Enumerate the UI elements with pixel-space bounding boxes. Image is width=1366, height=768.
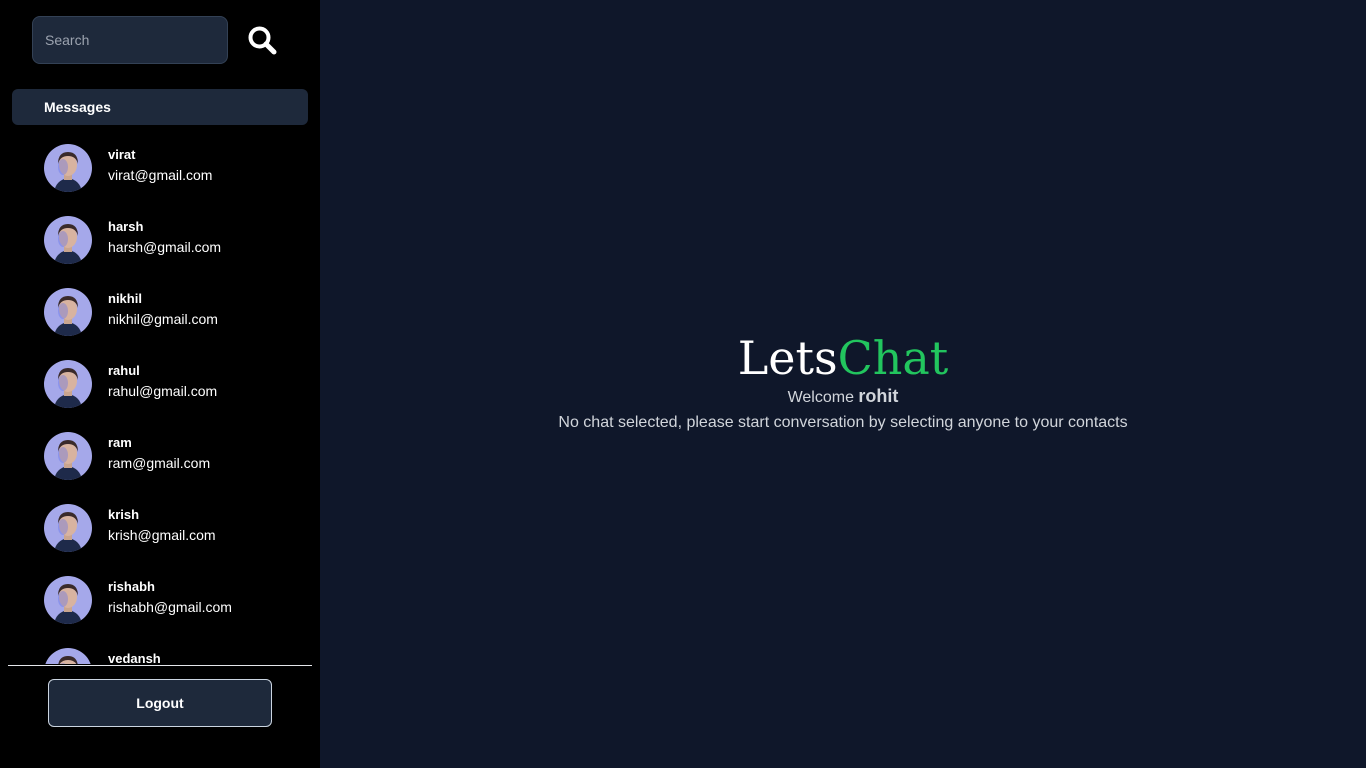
empty-state-message: No chat selected, please start conversat… xyxy=(558,414,1128,431)
contact-name: ram xyxy=(108,435,132,450)
main-panel: LetsChat Welcome rohit No chat selected,… xyxy=(320,0,1366,768)
contact-item-rishabh[interactable]: rishabh rishabh@gmail.com xyxy=(0,564,320,636)
contact-email: virat@gmail.com xyxy=(108,167,213,183)
contact-list[interactable]: virat virat@gmail.com harsh harsh@gmail.… xyxy=(0,132,320,664)
welcome-block: LetsChat Welcome rohit No chat selected,… xyxy=(320,330,1366,436)
contact-name: nikhil xyxy=(108,291,142,306)
welcome-prefix: Welcome xyxy=(787,389,854,406)
sidebar: Messages virat virat@gmail.com xyxy=(0,0,320,768)
contact-email: ram@gmail.com xyxy=(108,455,211,471)
contact-email: rishabh@gmail.com xyxy=(108,599,232,615)
contact-name: krish xyxy=(108,507,140,522)
logout-button[interactable]: Logout xyxy=(48,679,272,727)
contact-item-rahul[interactable]: rahul rahul@gmail.com xyxy=(0,348,320,420)
avatar xyxy=(44,216,92,264)
contact-item-ram[interactable]: ram ram@gmail.com xyxy=(0,420,320,492)
avatar xyxy=(44,360,92,408)
welcome-username: rohit xyxy=(858,386,899,406)
contact-item-nikhil[interactable]: nikhil nikhil@gmail.com xyxy=(0,276,320,348)
search-input[interactable] xyxy=(32,16,228,64)
messages-header: Messages xyxy=(12,89,308,125)
contact-item-harsh[interactable]: harsh harsh@gmail.com xyxy=(0,204,320,276)
contact-item-vedansh[interactable]: vedansh xyxy=(0,636,320,664)
contact-email: rahul@gmail.com xyxy=(108,383,218,399)
contact-email: harsh@gmail.com xyxy=(108,239,222,255)
search-bar xyxy=(32,16,277,64)
contact-email: nikhil@gmail.com xyxy=(108,311,218,327)
contact-name: rahul xyxy=(108,363,140,378)
welcome-line: Welcome rohit xyxy=(320,384,1366,410)
avatar xyxy=(44,432,92,480)
messages-header-label: Messages xyxy=(44,99,111,115)
contact-name: vedansh xyxy=(108,651,161,664)
brand-chat: Chat xyxy=(837,331,949,385)
contact-name: harsh xyxy=(108,219,144,234)
avatar xyxy=(44,648,92,664)
contact-name: rishabh xyxy=(108,579,155,594)
brand-logo: LetsChat xyxy=(320,330,1366,386)
contact-name: virat xyxy=(108,147,136,162)
brand-lets: Lets xyxy=(737,331,838,385)
search-button[interactable] xyxy=(244,22,280,58)
avatar xyxy=(44,504,92,552)
avatar xyxy=(44,288,92,336)
divider xyxy=(8,665,312,666)
search-icon xyxy=(248,26,277,55)
contact-email: krish@gmail.com xyxy=(108,527,216,543)
avatar xyxy=(44,576,92,624)
contact-item-krish[interactable]: krish krish@gmail.com xyxy=(0,492,320,564)
contact-item-virat[interactable]: virat virat@gmail.com xyxy=(0,132,320,204)
avatar xyxy=(44,144,92,192)
app: Messages virat virat@gmail.com xyxy=(0,0,1366,768)
